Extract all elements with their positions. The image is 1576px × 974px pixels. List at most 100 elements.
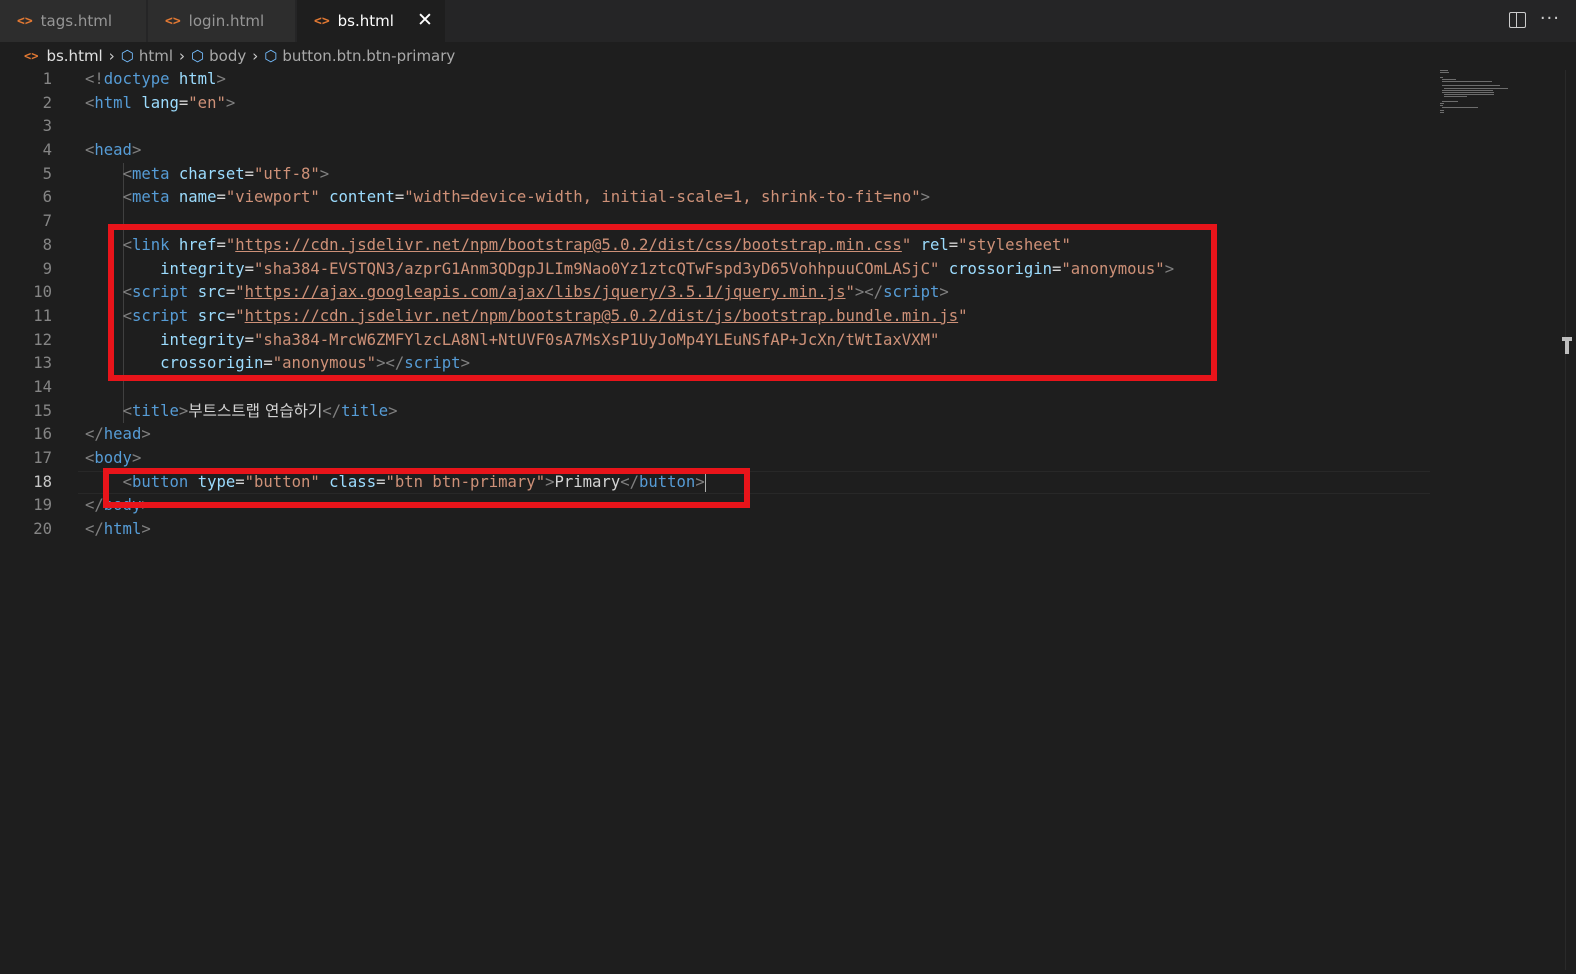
editor-tab-bar: <> tags.html <> login.html <> bs.html ✕ … bbox=[0, 0, 1576, 42]
token-br: > bbox=[131, 449, 142, 467]
tab-login-html[interactable]: <> login.html bbox=[148, 0, 296, 42]
line-number: 4 bbox=[42, 141, 52, 160]
breadcrumb-label: body bbox=[209, 47, 247, 65]
breadcrumb-label: html bbox=[138, 47, 174, 65]
token-str: "utf-8" bbox=[254, 164, 320, 183]
code-text: <meta charset="utf-8"> bbox=[85, 163, 330, 187]
editor-actions: ··· bbox=[1508, 8, 1560, 30]
line-number: 17 bbox=[33, 449, 52, 467]
line-number: 16 bbox=[33, 425, 52, 444]
token-eq: = bbox=[178, 93, 189, 112]
token-attr: html bbox=[178, 70, 217, 88]
token-attr: name bbox=[178, 188, 217, 207]
token-br: </ bbox=[85, 520, 104, 539]
minimap[interactable] bbox=[1440, 70, 1552, 115]
minimap-line bbox=[1440, 111, 1444, 113]
breadcrumb-item-file[interactable]: <> bs.html bbox=[24, 47, 103, 65]
tab-bs-html[interactable]: <> bs.html ✕ bbox=[297, 0, 446, 42]
token-br: < bbox=[85, 93, 95, 112]
token-tag: head bbox=[94, 141, 132, 160]
line-number: 15 bbox=[33, 401, 52, 420]
tab-label: bs.html bbox=[337, 12, 394, 30]
token-tag: html bbox=[94, 93, 132, 112]
symbol-element-icon: ⬡ bbox=[191, 47, 205, 65]
line-number: 8 bbox=[42, 235, 52, 254]
token-br: < bbox=[85, 141, 95, 160]
line-number: 9 bbox=[42, 259, 52, 278]
token-br: > bbox=[141, 520, 151, 539]
minimap-line bbox=[1440, 76, 1444, 78]
minimap-line bbox=[1442, 85, 1500, 87]
line-number: 19 bbox=[33, 496, 52, 515]
chevron-right-icon: › bbox=[179, 47, 186, 65]
minimap-line bbox=[1440, 103, 1444, 104]
close-icon[interactable]: ✕ bbox=[415, 9, 435, 31]
token-tag: title bbox=[341, 401, 389, 420]
code-line[interactable]: 16 </head> bbox=[0, 423, 1430, 447]
token-tag: head bbox=[103, 425, 142, 444]
token-br: < bbox=[85, 449, 95, 467]
minimap-line bbox=[1444, 87, 1509, 89]
token-br: </ bbox=[85, 425, 104, 444]
token-br: < bbox=[122, 401, 132, 420]
code-text: <meta name="viewport" content="width=dev… bbox=[85, 186, 930, 210]
highlight-box-button-line bbox=[103, 468, 750, 508]
breadcrumb-item-button[interactable]: ⬡ button.btn.btn-primary bbox=[264, 47, 455, 65]
code-line[interactable]: 5 <meta charset="utf-8"> bbox=[0, 162, 1430, 187]
code-text: <html lang="en"> bbox=[85, 92, 235, 116]
token-eq: = bbox=[394, 188, 405, 207]
symbol-element-icon: ⬡ bbox=[264, 47, 278, 65]
split-editor-icon[interactable] bbox=[1508, 12, 1526, 28]
line-number: 3 bbox=[42, 117, 52, 136]
chevron-right-icon: › bbox=[108, 47, 115, 65]
line-number: 6 bbox=[42, 188, 52, 207]
minimap-line bbox=[1442, 78, 1457, 80]
token-br: > bbox=[388, 401, 398, 420]
minimap-line bbox=[1440, 105, 1444, 107]
html-file-icon: <> bbox=[314, 13, 330, 29]
line-number: 12 bbox=[33, 330, 52, 349]
code-text: <title>부트스트랩 연습하기</title> bbox=[85, 400, 398, 424]
token-br: </ bbox=[85, 496, 104, 515]
breadcrumb-label: button.btn.btn-primary bbox=[282, 47, 456, 65]
line-number: 10 bbox=[33, 283, 52, 302]
code-line[interactable]: 2 <html lang="en"> bbox=[0, 92, 1430, 116]
tab-tags-html[interactable]: <> tags.html bbox=[0, 0, 147, 42]
code-line[interactable]: 20 </html> bbox=[0, 518, 1430, 542]
html-file-icon: <> bbox=[17, 13, 33, 29]
minimap-line bbox=[1442, 100, 1459, 102]
symbol-element-icon: ⬡ bbox=[120, 47, 134, 65]
token-korean: 부트스트랩 연습하기 bbox=[188, 401, 323, 420]
highlight-box-cdn-links bbox=[108, 224, 1217, 381]
token-br: <! bbox=[85, 70, 104, 88]
minimap-line bbox=[1444, 96, 1467, 98]
code-line[interactable]: 4 <head> bbox=[0, 139, 1430, 163]
token-br: < bbox=[122, 164, 132, 183]
code-line[interactable]: 6 <meta name="viewport" content="width=d… bbox=[0, 186, 1430, 211]
more-actions-icon[interactable]: ··· bbox=[1540, 8, 1560, 30]
code-text: </html> bbox=[85, 518, 151, 542]
minimap-line bbox=[1442, 107, 1479, 109]
html-file-icon: <> bbox=[165, 13, 181, 29]
code-line[interactable]: 1 <!doctype html> bbox=[0, 68, 1430, 92]
code-text: </head> bbox=[85, 423, 151, 447]
token-str: "en" bbox=[188, 93, 226, 112]
line-number: 2 bbox=[42, 93, 52, 112]
breadcrumb: <> bs.html › ⬡ html › ⬡ body › ⬡ button.… bbox=[24, 44, 455, 68]
code-line[interactable]: 3 bbox=[0, 115, 1430, 139]
token-br: > bbox=[131, 141, 142, 160]
breadcrumb-item-html[interactable]: ⬡ html bbox=[121, 47, 173, 65]
line-number: 1 bbox=[42, 70, 52, 88]
cursor-position-marker bbox=[1562, 337, 1572, 354]
token-br: > bbox=[920, 188, 930, 207]
line-number: 14 bbox=[33, 377, 52, 396]
breadcrumb-item-body[interactable]: ⬡ body bbox=[191, 47, 246, 65]
vertical-scrollbar[interactable] bbox=[1565, 70, 1566, 970]
code-line[interactable]: 15 <title>부트스트랩 연습하기</title> bbox=[0, 399, 1430, 424]
code-text: <head> bbox=[85, 139, 141, 163]
minimap-line bbox=[1442, 92, 1494, 93]
